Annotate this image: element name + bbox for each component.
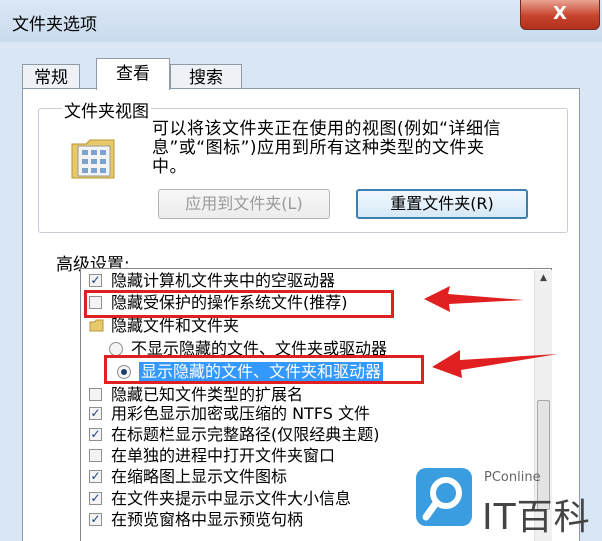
annotation-arrow-icon [424, 286, 524, 312]
tab-search[interactable]: 搜索 [170, 64, 242, 90]
apply-to-folders-button[interactable]: 应用到文件夹(L) [158, 189, 330, 219]
tab-general[interactable]: 常规 [22, 64, 80, 90]
folder-icon [89, 319, 104, 332]
list-item-label: 在单独的进程中打开文件夹窗口 [111, 446, 336, 465]
watermark: PConline IT百科 [410, 468, 602, 541]
list-item-label: 隐藏已知文件类型的扩展名 [111, 385, 304, 404]
folder-views-description: 可以将该文件夹正在使用的视图(例如“详细信 息”或“图标”)应用到所有这种类型的… [152, 120, 562, 177]
description-line: 息”或“图标”)应用到所有这种类型的文件夹 [152, 138, 485, 158]
scroll-up-arrow-icon[interactable]: ▲ [535, 270, 552, 287]
description-line: 中。 [152, 157, 187, 177]
checkbox[interactable]: ✓ [89, 513, 102, 526]
list-item-label: 用彩色显示加密或压缩的 NTFS 文件 [111, 404, 370, 423]
list-item-label: 在缩略图上显示文件图标 [111, 467, 288, 486]
checkbox[interactable]: ✓ [89, 407, 102, 420]
checkbox[interactable]: ✓ [89, 428, 102, 441]
description-line: 可以将该文件夹正在使用的视图(例如“详细信 [152, 119, 501, 139]
window-title: 文件夹选项 [12, 15, 97, 35]
folder-view-icon [71, 139, 115, 179]
title-bar: 文件夹选项 X [0, 0, 602, 42]
list-item-label: 在文件夹提示中显示文件大小信息 [111, 489, 352, 508]
checkbox[interactable]: ✓ [89, 274, 102, 287]
radio-button[interactable] [109, 342, 123, 356]
checkbox[interactable]: ✓ [89, 492, 102, 505]
magnifier-logo-icon [416, 468, 472, 526]
annotation-box [104, 355, 424, 384]
close-button[interactable]: X [520, 0, 600, 30]
watermark-main: IT百科 [482, 497, 591, 538]
watermark-sub: PConline [484, 470, 541, 485]
checkbox[interactable]: ✓ [89, 470, 102, 483]
tab-view[interactable]: 查看 [96, 58, 170, 90]
checkbox[interactable] [89, 388, 102, 401]
list-item-label: 在标题栏显示完整路径(仅限经典主题) [111, 425, 380, 444]
folder-views-label: 文件夹视图 [62, 97, 151, 122]
list-item-label: 在预览窗格中显示预览句柄 [111, 510, 304, 529]
list-item-label: 隐藏计算机文件夹中的空驱动器 [111, 271, 336, 290]
list-item-label: 隐藏文件和文件夹 [111, 316, 240, 335]
annotation-box [84, 290, 394, 318]
annotation-arrow-icon [432, 350, 558, 378]
folder-options-dialog: 文件夹选项 X 常规 查看 搜索 文件夹视图 可以将该文件夹正在使用的视图(例如… [0, 0, 602, 541]
checkbox[interactable] [89, 449, 102, 462]
reset-folders-button[interactable]: 重置文件夹(R) [356, 189, 528, 219]
